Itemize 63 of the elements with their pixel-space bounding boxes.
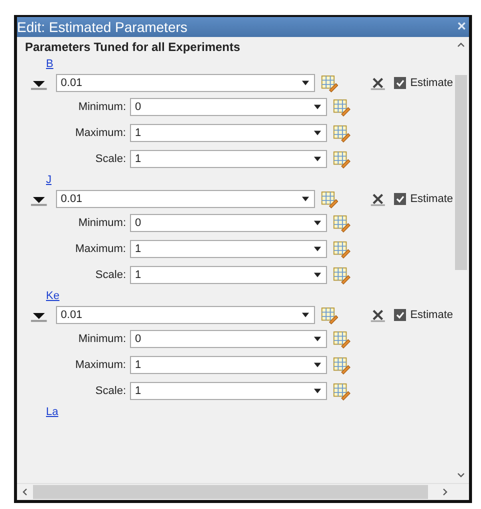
dropdown-arrow-icon[interactable]: [313, 335, 322, 343]
dropdown-arrow-icon[interactable]: [300, 311, 310, 319]
dropdown-arrow-icon[interactable]: [313, 361, 322, 369]
dropdown-field[interactable]: 1: [130, 356, 327, 374]
scrollbar-thumb[interactable]: [455, 75, 467, 270]
dropdown-arrow-icon[interactable]: [313, 103, 322, 111]
scroll-down-icon[interactable]: [456, 470, 466, 480]
delete-icon[interactable]: [370, 307, 386, 323]
field-label: Minimum:: [77, 217, 127, 229]
table-edit-icon[interactable]: [332, 240, 351, 258]
parameter-link[interactable]: B: [46, 58, 54, 72]
dropdown-field[interactable]: 1: [130, 382, 327, 400]
dropdown-field[interactable]: 1: [130, 150, 327, 168]
table-edit-icon[interactable]: [332, 266, 351, 284]
field-label: Scale:: [94, 269, 127, 281]
field-label: Scale:: [94, 153, 127, 165]
dropdown-field[interactable]: 0.01: [56, 190, 315, 208]
table-edit-icon[interactable]: [332, 150, 351, 168]
table-edit-icon[interactable]: [320, 306, 338, 324]
delete-icon[interactable]: [370, 191, 386, 207]
checkbox-label: Estimate: [410, 309, 453, 321]
table-edit-icon[interactable]: [332, 214, 351, 232]
scroll-left-icon[interactable]: [20, 487, 30, 497]
dropdown-field[interactable]: 1: [130, 240, 327, 258]
table-edit-icon[interactable]: [332, 330, 351, 348]
dropdown-arrow-icon[interactable]: [313, 129, 322, 137]
horizontal-scrollbar[interactable]: [17, 483, 469, 500]
field-label: Minimum:: [77, 333, 127, 345]
dropdown-arrow-icon[interactable]: [313, 245, 322, 253]
checkbox-label: Estimate: [410, 193, 453, 205]
dropdown-field[interactable]: 0: [130, 214, 327, 232]
table-edit-icon[interactable]: [332, 124, 351, 142]
delete-icon[interactable]: [370, 75, 386, 91]
field-label: Minimum:: [77, 101, 127, 113]
dropdown-arrow-icon[interactable]: [313, 155, 322, 163]
table-edit-icon[interactable]: [320, 190, 338, 208]
table-edit-icon[interactable]: [332, 356, 351, 374]
field-label: Scale:: [94, 385, 127, 397]
dropdown-arrow-icon[interactable]: [313, 271, 322, 279]
section-heading: Parameters Tuned for all Experiments: [25, 40, 242, 56]
dropdown-arrow-icon[interactable]: [313, 219, 322, 227]
field-label: Maximum:: [74, 243, 127, 255]
dropdown-field[interactable]: 0.01: [56, 74, 315, 92]
table-edit-icon[interactable]: [332, 98, 351, 116]
dropdown-field[interactable]: 1: [130, 124, 327, 142]
table-edit-icon[interactable]: [320, 74, 338, 92]
checkbox-label: Estimate: [410, 77, 453, 89]
dropdown-arrow-icon[interactable]: [313, 387, 322, 395]
dropdown-arrow-icon[interactable]: [300, 195, 310, 203]
dropdown-field[interactable]: 0: [130, 98, 327, 116]
parameter-link[interactable]: J: [46, 174, 52, 188]
table-edit-icon[interactable]: [332, 382, 351, 400]
dropdown-field[interactable]: 0.01: [56, 306, 315, 324]
dropdown-arrow-icon[interactable]: [300, 79, 310, 87]
parameter-link[interactable]: Ke: [46, 290, 60, 304]
window-title: Edit: Estimated Parameters: [17, 19, 188, 35]
parameter-link[interactable]: La: [46, 406, 58, 420]
dropdown-field[interactable]: 0: [130, 330, 327, 348]
scroll-right-icon[interactable]: [440, 487, 450, 497]
dropdown-field[interactable]: 1: [130, 266, 327, 284]
field-label: Maximum:: [74, 359, 127, 371]
field-label: Maximum:: [74, 127, 127, 139]
scrollbar-thumb[interactable]: [33, 485, 428, 499]
